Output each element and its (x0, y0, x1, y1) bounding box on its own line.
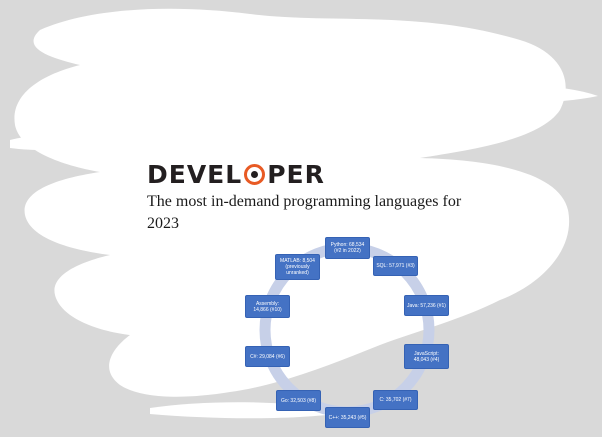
cycle-node-label: Java: 57,236 (#1) (407, 302, 446, 309)
cycle-node-csharp: C#: 29,084 (#6) (245, 346, 290, 367)
cycle-node-label: Python: 68,534 (#2 in 2022) (330, 242, 365, 254)
cycle-ring (259, 242, 435, 418)
cycle-node-label: C#: 29,084 (#6) (250, 353, 285, 360)
cycle-node-cpp: C++: 35,243 (#5) (325, 407, 370, 428)
cycle-node-label: MATLAB: 8,504 (previously unranked) (280, 258, 315, 276)
cycle-node-java: Java: 57,236 (#1) (404, 295, 449, 316)
cycle-node-label: C: 35,702 (#7) (379, 397, 412, 403)
cycle-node-sql: SQL: 57,971 (#3) (373, 256, 418, 276)
cycle-node-label: Assembly: 14,866 (#10) (253, 300, 282, 313)
cycle-node-label: C++: 35,243 (#5) (328, 414, 367, 421)
cycle-node-label: JavaScript: 48,043 (#4) (413, 350, 440, 363)
cycle-node-assembly: Assembly: 14,866 (#10) (245, 295, 290, 318)
cycle-node-label: Go: 32,503 (#8) (280, 397, 317, 404)
cycle-node-label: SQL: 57,971 (#3) (376, 263, 415, 269)
cycle-node-go: Go: 32,503 (#8) (276, 390, 321, 411)
cycle-node-javascript: JavaScript: 48,043 (#4) (404, 344, 449, 369)
cycle-node-c: C: 35,702 (#7) (373, 390, 418, 410)
slide: DEVEL PER The most in-demand programming… (0, 0, 602, 437)
cycle-node-matlab: MATLAB: 8,504 (previously unranked) (275, 254, 320, 280)
cycle-node-python: Python: 68,534 (#2 in 2022) (325, 237, 370, 259)
